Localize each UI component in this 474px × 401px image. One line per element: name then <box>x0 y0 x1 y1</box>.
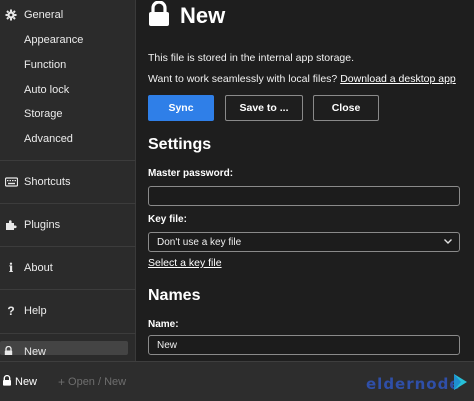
page-title: New <box>180 3 226 28</box>
footer-bar: New + Open / New eldernode <box>0 361 474 401</box>
sidebar: General Appearance Function Auto lock St… <box>0 0 136 361</box>
sidebar-item-about[interactable]: i About <box>0 258 136 278</box>
play-arrow-icon <box>452 372 468 397</box>
sidebar-divider <box>0 160 136 161</box>
sidebar-item-label: Function <box>24 59 67 71</box>
sidebar-item-label: About <box>24 262 53 274</box>
sidebar-item-advanced[interactable]: Advanced <box>0 129 136 149</box>
sidebar-item-general[interactable]: General <box>0 5 136 25</box>
local-files-prompt: Want to work seamlessly with local files… <box>148 73 456 85</box>
footer-open-button[interactable]: + Open / New <box>58 374 126 390</box>
master-password-label: Master password: <box>148 168 234 179</box>
local-files-text: Want to work seamlessly with local files… <box>148 73 338 85</box>
sidebar-divider <box>0 289 136 290</box>
main-panel: New This file is stored in the internal … <box>137 0 474 361</box>
name-label: Name: <box>148 319 179 330</box>
footer-new-button[interactable]: New <box>2 374 37 390</box>
sync-button[interactable]: Sync <box>148 95 214 121</box>
sidebar-item-appearance[interactable]: Appearance <box>0 30 136 50</box>
sidebar-item-label: New <box>24 346 47 355</box>
save-to-button[interactable]: Save to ... <box>225 95 303 121</box>
sidebar-item-auto-lock[interactable]: Auto lock <box>0 80 136 100</box>
sidebar-item-label: Shortcuts <box>24 176 71 188</box>
sidebar-item-shortcuts[interactable]: Shortcuts <box>0 172 136 192</box>
footer-open-label: Open / New <box>68 376 127 388</box>
sidebar-item-storage[interactable]: Storage <box>0 104 136 124</box>
info-icon: i <box>8 261 14 275</box>
plus-icon: + <box>58 375 66 389</box>
title-row: New <box>148 0 226 32</box>
sidebar-item-help[interactable]: ? Help <box>0 301 136 321</box>
sidebar-item-active-file[interactable]: New <box>0 341 128 355</box>
close-button[interactable]: Close <box>313 95 379 121</box>
lock-icon <box>4 345 13 355</box>
key-file-label: Key file: <box>148 214 187 225</box>
download-desktop-link[interactable]: Download a desktop app <box>340 73 456 85</box>
lock-icon <box>2 374 12 389</box>
settings-heading: Settings <box>148 136 212 153</box>
brand-text: eldernode <box>366 375 461 393</box>
key-file-select[interactable]: Don't use a key file <box>148 232 460 252</box>
chevron-down-icon <box>443 236 453 249</box>
names-heading: Names <box>148 287 201 304</box>
name-field[interactable]: New <box>148 335 460 355</box>
sidebar-item-label: General <box>24 9 64 21</box>
sidebar-item-label: Plugins <box>24 219 61 231</box>
puzzle-icon <box>4 218 18 232</box>
sidebar-item-label: Storage <box>24 108 63 120</box>
sidebar-item-label: Appearance <box>24 34 84 46</box>
question-icon: ? <box>7 304 15 318</box>
sidebar-divider <box>0 203 136 204</box>
select-key-file-link[interactable]: Select a key file <box>148 257 222 269</box>
brand-logo: eldernode <box>366 372 470 394</box>
gear-icon <box>4 8 18 22</box>
sidebar-item-label: Advanced <box>24 133 73 145</box>
master-password-field[interactable] <box>148 186 460 206</box>
lock-icon <box>148 0 170 32</box>
keyboard-icon <box>4 175 18 189</box>
sidebar-divider <box>0 333 136 334</box>
sidebar-item-label: Help <box>24 305 47 317</box>
sidebar-item-plugins[interactable]: Plugins <box>0 215 136 235</box>
sidebar-item-function[interactable]: Function <box>0 55 136 75</box>
key-file-selected-value: Don't use a key file <box>157 236 242 248</box>
footer-new-label: New <box>15 376 38 388</box>
sidebar-item-label: Auto lock <box>24 84 70 96</box>
storage-info-text: This file is stored in the internal app … <box>148 52 355 64</box>
sidebar-divider <box>0 246 136 247</box>
